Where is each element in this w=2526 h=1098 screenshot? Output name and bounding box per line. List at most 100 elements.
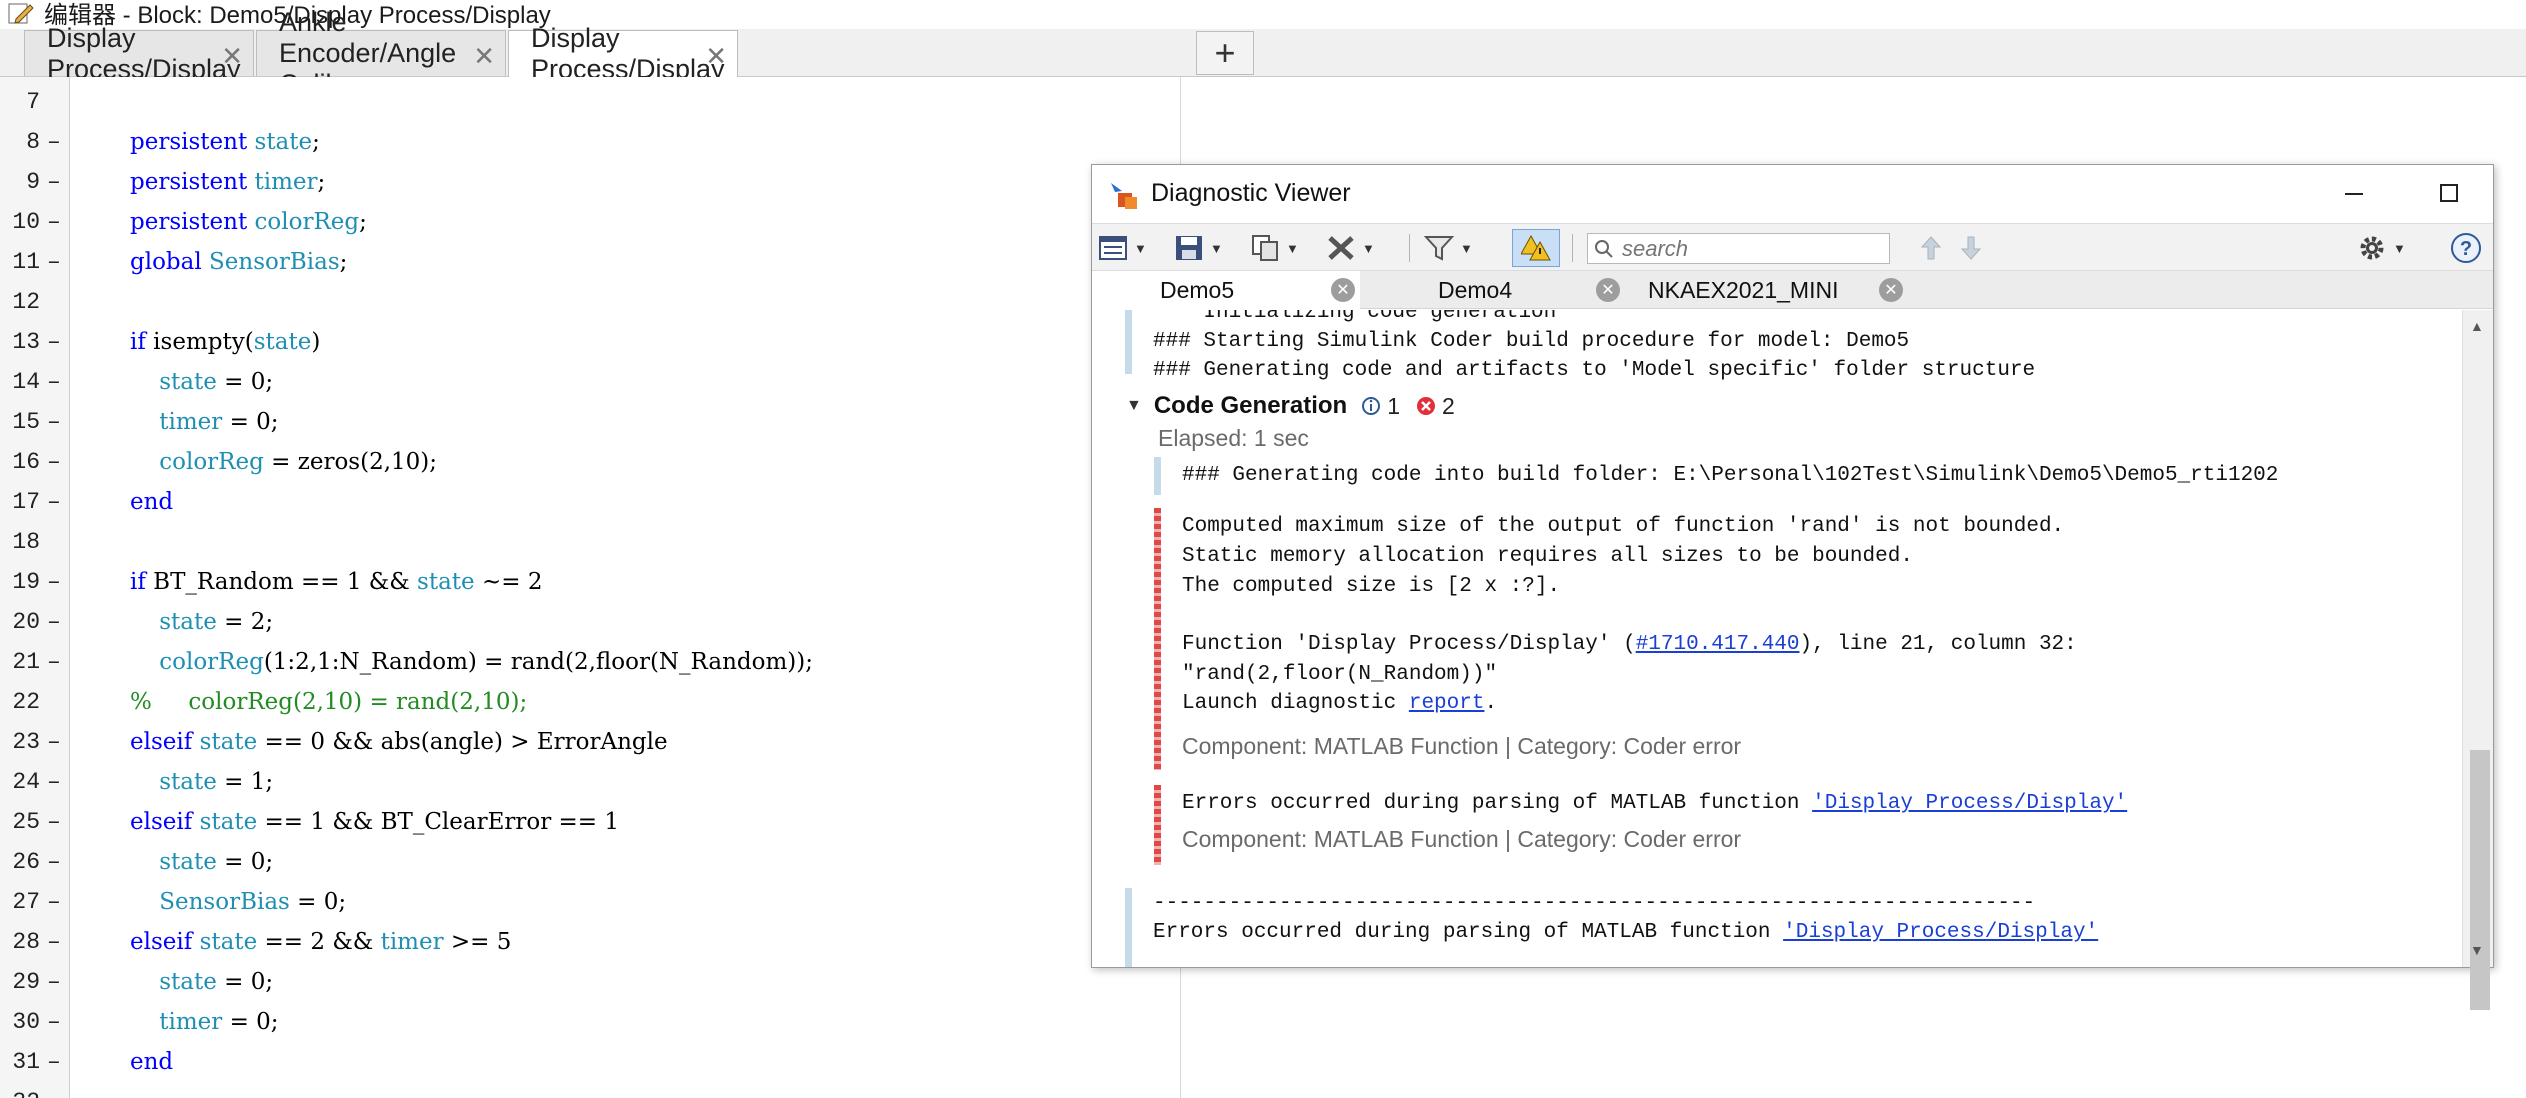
close-tab-icon[interactable]: ✕ — [1331, 278, 1355, 302]
source-location-link[interactable]: #1710.417.440 — [1636, 633, 1800, 656]
scrollbar-thumb[interactable] — [2470, 750, 2490, 1010]
line-number: 13 — [12, 329, 40, 355]
breakpoint-marker[interactable]: – — [47, 569, 61, 595]
code-line[interactable]: global SensorBias; — [130, 249, 347, 275]
line-number: 15 — [12, 409, 40, 435]
diag-tab-nkaex2021-mini[interactable]: NKAEX2021_MINI ✕ — [1632, 271, 1912, 309]
breakpoint-marker[interactable]: – — [47, 489, 61, 515]
breakpoint-marker[interactable]: – — [47, 129, 61, 155]
breakpoint-marker[interactable]: – — [47, 449, 61, 475]
next-result-button[interactable] — [1960, 232, 1982, 264]
info-icon — [1362, 397, 1381, 415]
breakpoint-marker[interactable]: – — [47, 209, 61, 235]
diag-tab-demo5[interactable]: Demo5 ✕ — [1092, 271, 1360, 309]
breakpoint-marker[interactable]: – — [47, 1049, 61, 1075]
close-window-icon[interactable] — [2516, 173, 2526, 213]
code-line[interactable]: end — [130, 489, 173, 515]
search-input[interactable] — [1622, 235, 1872, 262]
function-link[interactable]: 'Display Process/Display' — [1783, 921, 2098, 944]
code-line[interactable]: if BT_Random == 1 && state ~= 2 — [130, 569, 542, 595]
scroll-down-icon[interactable]: ▼ — [2470, 942, 2484, 958]
vertical-scrollbar[interactable]: ▲ ▼ — [2462, 310, 2493, 1010]
close-tab-icon[interactable]: ✕ — [1879, 278, 1903, 302]
code-line[interactable]: colorReg(1:2,1:N_Random) = rand(2,floor(… — [130, 649, 813, 675]
breakpoint-marker[interactable]: – — [47, 849, 61, 875]
diagnostic-viewer-window[interactable]: Diagnostic Viewer ▼ ▼ ▼ ▼ ▼ search ▼ ? D… — [1091, 164, 2494, 1010]
code-line[interactable]: state = 0; — [130, 969, 273, 995]
code-line[interactable]: SensorBias = 0; — [130, 889, 346, 915]
breakpoint-marker[interactable]: – — [47, 729, 61, 755]
save-button[interactable]: ▼ — [1174, 232, 1223, 264]
filter-button[interactable]: ▼ — [1424, 232, 1473, 264]
breakpoint-marker[interactable]: – — [47, 769, 61, 795]
diag-tab-label: NKAEX2021_MINI — [1648, 276, 1839, 303]
breakpoint-marker[interactable]: – — [47, 369, 61, 395]
breakpoint-marker[interactable]: – — [47, 249, 61, 275]
breakpoint-marker[interactable]: – — [47, 649, 61, 675]
line-number: 30 — [12, 1009, 40, 1035]
editor-tab-display-process-2[interactable]: Display Process/Display ✕ — [508, 23, 738, 84]
view-options-button[interactable]: ▼ — [1098, 232, 1147, 264]
info-bar — [1125, 888, 1132, 967]
maximize-icon[interactable] — [2424, 173, 2474, 213]
code-line[interactable]: state = 0; — [130, 369, 273, 395]
previous-result-button[interactable] — [1920, 232, 1942, 264]
editor-tab-ankle-encoder[interactable]: Ankle Encoder/Angle Calib ✕ — [256, 7, 506, 99]
diag-tab-demo4[interactable]: Demo4 ✕ — [1362, 271, 1630, 309]
elapsed-time: Elapsed: 1 sec — [1158, 425, 1309, 451]
code-line[interactable]: persistent timer; — [130, 169, 325, 195]
code-line[interactable]: timer = 0; — [130, 409, 278, 435]
close-icon[interactable]: ✕ — [473, 41, 495, 72]
clear-button[interactable]: ▼ — [1326, 232, 1375, 264]
line-number: 14 — [12, 369, 40, 395]
error-text: The computed size is [2 x :?]. — [1182, 575, 1561, 598]
editor-tab-display-process-1[interactable]: Display Process/Display ✕ — [24, 23, 254, 84]
breakpoint-marker[interactable]: – — [47, 809, 61, 835]
line-number: 25 — [12, 809, 40, 835]
new-tab-button[interactable]: + — [1196, 31, 1254, 75]
code-line[interactable]: elseif state == 0 && abs(angle) > ErrorA… — [130, 729, 668, 755]
code-line[interactable]: persistent colorReg; — [130, 209, 367, 235]
code-line[interactable]: % colorReg(2,10) = rand(2,10); — [130, 689, 527, 715]
chevron-down-icon: ▼ — [1362, 240, 1375, 256]
code-line[interactable]: colorReg = zeros(2,10); — [130, 449, 437, 475]
line-number: 29 — [12, 969, 40, 995]
error-icon — [1417, 397, 1435, 415]
code-line[interactable]: end — [130, 1049, 173, 1075]
diagnostic-messages[interactable]: *** Initializing code generation ### Sta… — [1092, 310, 2462, 967]
info-bar — [1154, 457, 1161, 495]
code-line[interactable]: timer = 0; — [130, 1009, 278, 1035]
breakpoint-marker[interactable]: – — [47, 889, 61, 915]
code-generation-section-header[interactable]: ▼ Code Generation 1 2 — [1126, 392, 1455, 420]
breakpoint-marker[interactable]: – — [47, 409, 61, 435]
code-line[interactable]: if isempty(state) — [130, 329, 320, 355]
settings-button[interactable]: ▼ — [2357, 232, 2406, 264]
expand-triangle-icon[interactable]: ▼ — [1126, 397, 1142, 415]
copy-button[interactable]: ▼ — [1250, 232, 1299, 264]
close-icon[interactable]: ✕ — [221, 41, 243, 72]
breakpoint-marker[interactable]: – — [47, 169, 61, 195]
code-line[interactable]: state = 2; — [130, 609, 273, 635]
warnings-toggle-button[interactable] — [1512, 229, 1560, 267]
function-link[interactable]: 'Display Process/Display' — [1812, 792, 2127, 815]
breakpoint-marker[interactable]: – — [47, 609, 61, 635]
close-icon[interactable]: ✕ — [705, 41, 727, 72]
error-text: Static memory allocation requires all si… — [1182, 545, 1913, 568]
close-tab-icon[interactable]: ✕ — [1596, 278, 1620, 302]
search-box[interactable] — [1587, 233, 1890, 264]
breakpoint-marker[interactable]: – — [47, 1009, 61, 1035]
arrow-up-icon — [1920, 236, 1942, 260]
breakpoint-marker[interactable]: – — [47, 969, 61, 995]
help-button[interactable]: ? — [2450, 232, 2482, 264]
code-line[interactable]: state = 1; — [130, 769, 273, 795]
scroll-up-icon[interactable]: ▲ — [2470, 318, 2484, 334]
breakpoint-marker[interactable]: – — [47, 929, 61, 955]
breakpoint-marker[interactable]: – — [47, 329, 61, 355]
minimize-icon[interactable] — [2329, 173, 2379, 213]
code-line[interactable]: elseif state == 2 && timer >= 5 — [130, 929, 511, 955]
code-line[interactable]: state = 0; — [130, 849, 273, 875]
report-link[interactable]: report — [1409, 692, 1485, 715]
code-line[interactable]: elseif state == 1 && BT_ClearError == 1 — [130, 809, 619, 835]
code-line[interactable]: persistent state; — [130, 129, 320, 155]
separator-line: ----------------------------------------… — [1153, 892, 2036, 915]
